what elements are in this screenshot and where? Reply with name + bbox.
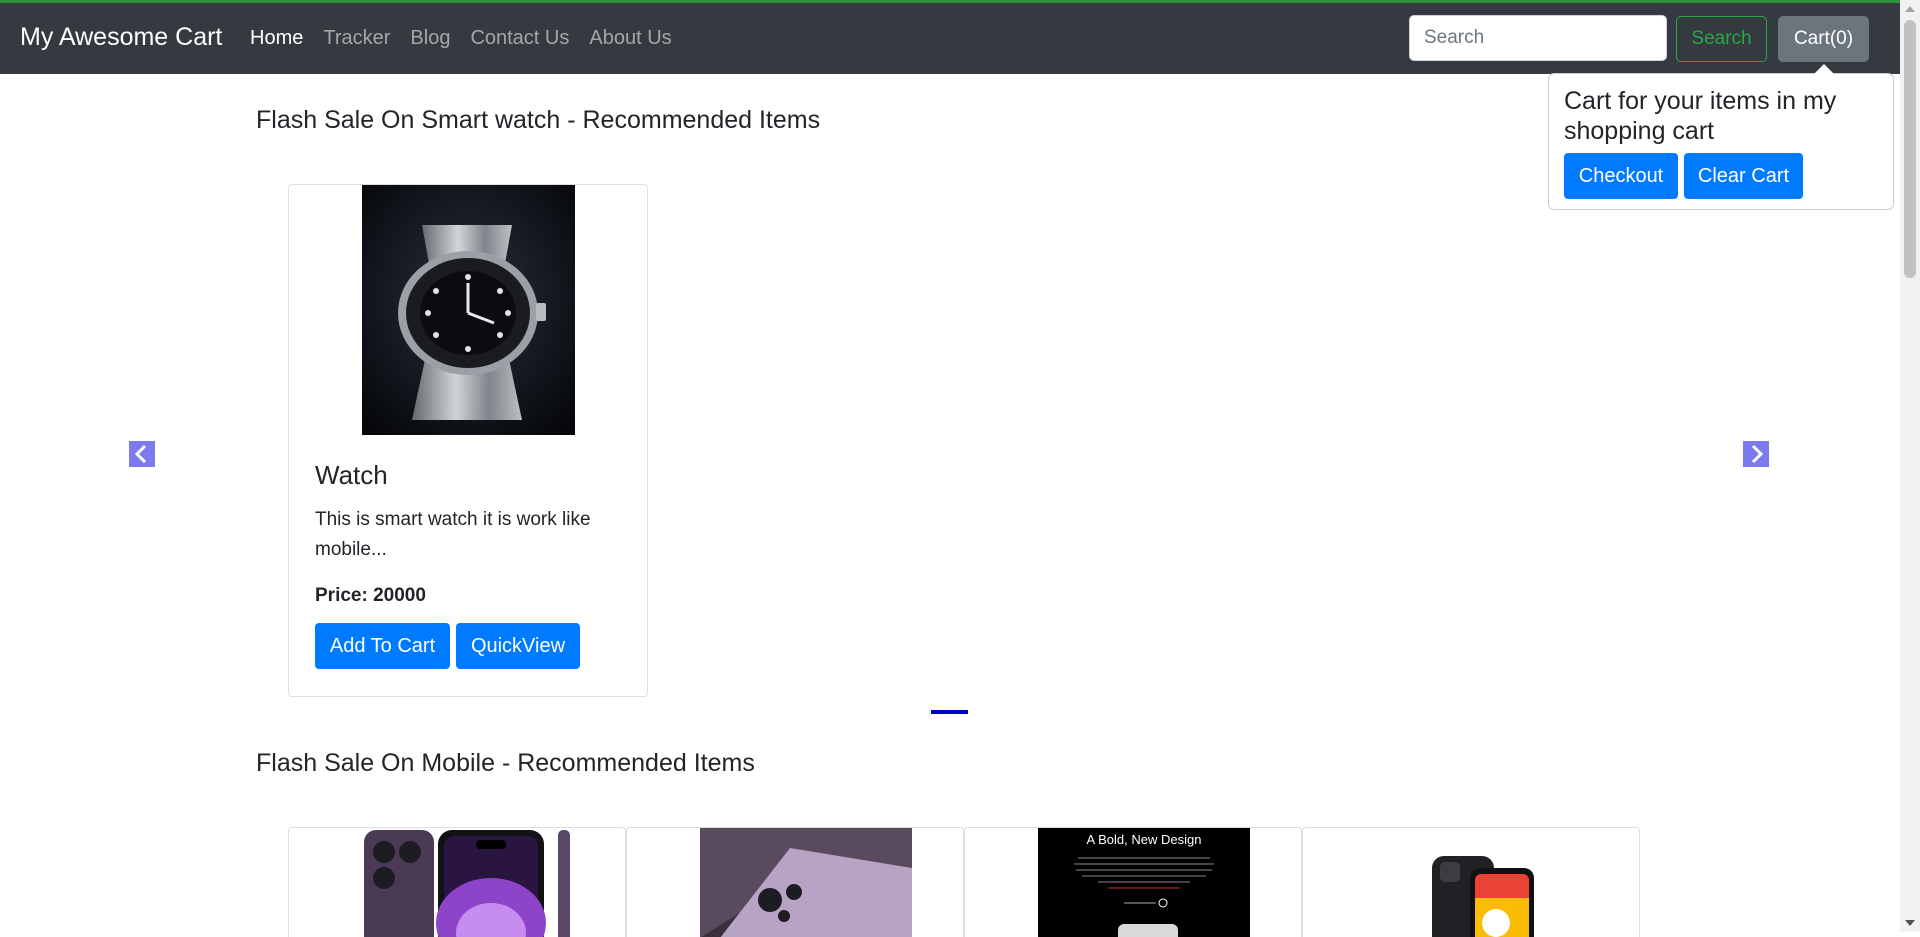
carousel-prev-icon[interactable] [129,441,155,467]
quickview-button[interactable]: QuickView [456,623,580,669]
popover-arrow [1814,64,1834,74]
scroll-up-arrow-icon[interactable] [1905,6,1915,12]
nav-link-blog[interactable]: Blog [410,27,450,50]
product-card-mobile-4 [1302,827,1640,937]
search-button[interactable]: Search [1676,16,1767,62]
add-to-cart-button[interactable]: Add To Cart [315,623,450,669]
carousel-next-icon[interactable] [1743,441,1769,467]
section-title-mobile: Flash Sale On Mobile - Recommended Items [256,749,755,777]
product-card-mobile-2 [626,827,964,937]
navbar: My Awesome Cart Home Tracker Blog Contac… [0,3,1920,74]
clear-cart-button[interactable]: Clear Cart [1684,153,1803,199]
pixel-phone-image[interactable] [1376,828,1588,937]
nav-link-contact-us[interactable]: Contact Us [470,27,569,50]
product-card-watch: Watch This is smart watch it is work lik… [288,184,648,697]
wristwatch-image[interactable] [362,185,575,435]
scroll-down-arrow-icon[interactable] [1905,920,1915,926]
oneplus-promo-image[interactable]: A Bold, New Design [1038,828,1250,937]
cart-popover: Cart for your items in my shopping cart … [1548,73,1894,210]
section-title-smart-watch: Flash Sale On Smart watch - Recommended … [256,106,821,134]
search-input[interactable] [1409,15,1667,61]
purple-phone-image[interactable] [700,828,912,937]
page-scrollbar[interactable] [1900,0,1920,932]
scroll-thumb[interactable] [1904,20,1916,278]
nav-links: Home Tracker Blog Contact Us About Us [250,27,692,50]
product-price: Price: 20000 [315,585,426,606]
product-description: This is smart watch it is work like mobi… [315,509,591,560]
checkout-button[interactable]: Checkout [1564,153,1678,199]
mobile-product-row: A Bold, New Design [288,827,1644,937]
cart-popover-title: Cart for your items in my shopping cart [1564,87,1837,145]
carousel-indicator-active[interactable] [931,710,968,714]
cart-button[interactable]: Cart(0) [1778,16,1869,62]
nav-link-home[interactable]: Home [250,27,303,50]
brand-link[interactable]: My Awesome Cart [20,23,222,52]
product-card-mobile-3: A Bold, New Design [964,827,1302,937]
iphone-image[interactable] [362,828,574,937]
product-title: Watch [315,460,388,490]
nav-link-tracker[interactable]: Tracker [323,27,390,50]
product-card-mobile-1 [288,827,626,937]
nav-link-about-us[interactable]: About Us [589,27,671,50]
